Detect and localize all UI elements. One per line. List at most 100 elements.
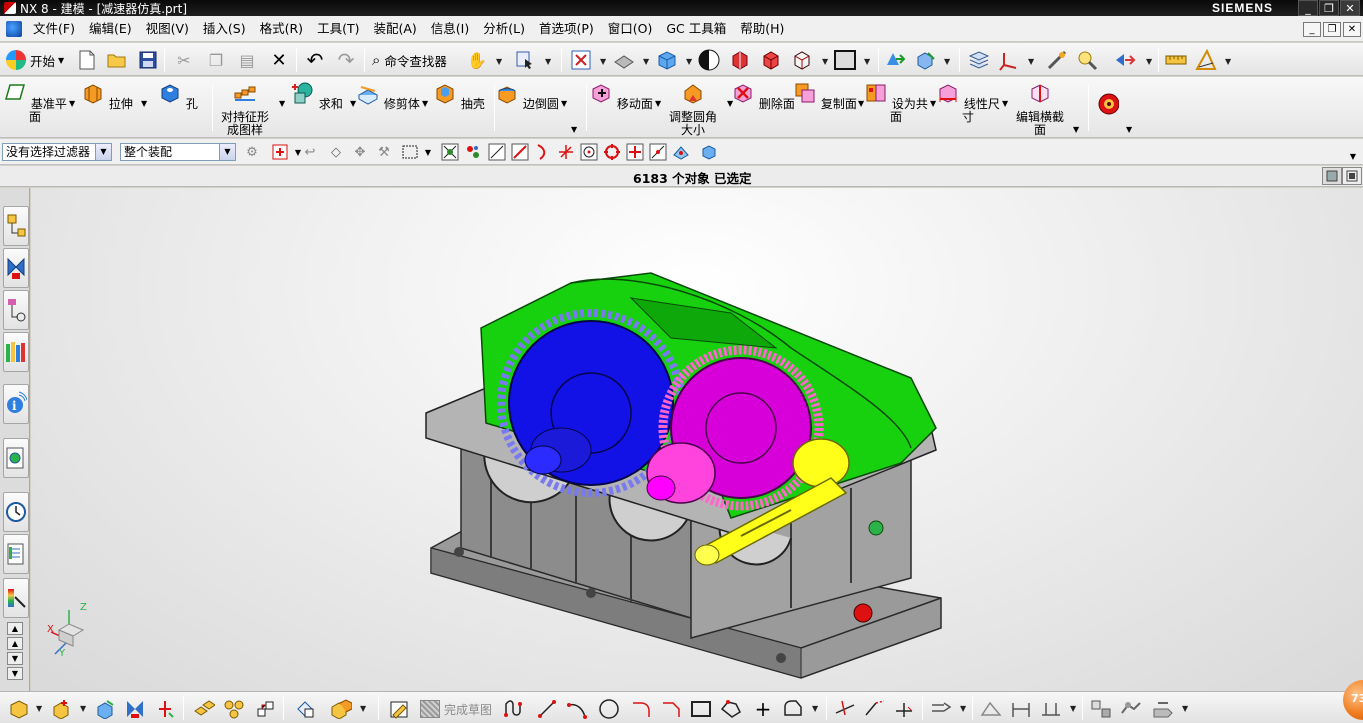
dropdown-arrow-icon[interactable]: ▼ [1182, 704, 1188, 713]
select-body-icon[interactable]: ✥ [350, 143, 370, 161]
menu-file[interactable]: 文件(F) [26, 16, 82, 42]
scroll-up-icon[interactable]: ▲ [7, 622, 23, 635]
shell-button[interactable]: 抽壳 [426, 81, 492, 111]
select-feature-icon[interactable]: ⚒ [374, 143, 394, 161]
shaded-style-icon[interactable] [698, 49, 720, 71]
maximize-button[interactable]: ❐ [1319, 0, 1339, 16]
redo-icon[interactable]: ↷ [335, 48, 357, 72]
make-corner-icon[interactable] [894, 698, 916, 720]
new-component-icon[interactable] [94, 698, 116, 720]
graphics-window[interactable]: Z X Y [31, 188, 1363, 691]
menu-assemblies[interactable]: 装配(A) [366, 16, 423, 42]
dropdown-arrow-icon[interactable]: ▼ [1126, 125, 1132, 134]
menu-analysis[interactable]: 分析(L) [476, 16, 532, 42]
menu-window[interactable]: 窗口(O) [601, 16, 660, 42]
system-materials-tab[interactable] [3, 534, 29, 574]
snap-midpoint-icon[interactable] [510, 143, 530, 161]
menu-format[interactable]: 格式(R) [253, 16, 310, 42]
dropdown-arrow-icon[interactable]: ▼ [1070, 704, 1076, 713]
chevron-down-icon[interactable]: ▼ [95, 144, 111, 160]
dropdown-arrow-icon[interactable]: ▼ [686, 57, 692, 66]
doc-close-button[interactable]: ✕ [1343, 22, 1361, 37]
quick-trim-icon[interactable] [834, 698, 856, 720]
hidden-edge-icon[interactable] [791, 49, 813, 71]
scroll-down-icon[interactable]: ▼ [7, 667, 23, 680]
display-constraints-icon[interactable] [1090, 698, 1112, 720]
snap-control-icon[interactable] [533, 143, 553, 161]
open-file-icon[interactable] [106, 49, 128, 71]
edge-blend-button[interactable]: 边倒圆 [494, 81, 560, 111]
fit-view-icon[interactable] [570, 49, 592, 71]
trim-body-button[interactable]: 修剪体 [355, 81, 421, 111]
menu-preferences[interactable]: 首选项(P) [532, 16, 601, 42]
snap-quadrant-icon[interactable] [602, 143, 622, 161]
polygon-icon[interactable] [720, 698, 742, 720]
doc-restore-button[interactable]: ❐ [1323, 22, 1341, 37]
dimension-icon[interactable] [1010, 698, 1032, 720]
toolbar-options-arrow-icon[interactable]: ▼ [1343, 147, 1363, 165]
undo-selection-icon[interactable]: ↩ [300, 143, 320, 161]
snap-bounded-icon[interactable] [699, 143, 719, 161]
command-finder-button[interactable]: ⌕ 命令查找器 [372, 49, 447, 71]
move-component-icon[interactable] [884, 49, 906, 71]
hd3d-tools-tab[interactable]: i [3, 384, 29, 424]
background-color-icon[interactable] [834, 49, 856, 71]
dropdown-arrow-icon[interactable]: ▼ [822, 57, 828, 66]
copy-face-button[interactable]: 复制面 [792, 81, 858, 111]
select-face-icon[interactable]: ◇ [326, 143, 346, 161]
dropdown-arrow-icon[interactable]: ▼ [496, 57, 502, 66]
rectangle-select-icon[interactable] [400, 143, 420, 161]
measure-distance-icon[interactable] [1046, 49, 1068, 71]
component-icon[interactable] [8, 698, 30, 720]
cut-icon[interactable]: ✂ [173, 49, 195, 71]
line-icon[interactable] [536, 698, 558, 720]
sketch-icon[interactable] [389, 698, 411, 720]
wireframe-box-icon[interactable] [760, 49, 782, 71]
dropdown-arrow-icon[interactable]: ▼ [80, 704, 86, 713]
delete-face-button[interactable]: 删除面 [730, 81, 796, 111]
chamfer-icon[interactable] [660, 698, 682, 720]
minimize-button[interactable]: _ [1298, 0, 1318, 16]
snap-point-icon[interactable] [270, 143, 290, 161]
fillet-icon[interactable] [630, 698, 652, 720]
convert-reference-icon[interactable] [1120, 698, 1142, 720]
pattern-component-icon[interactable] [223, 698, 245, 720]
roles-tab[interactable] [3, 578, 29, 618]
touch-mode-icon[interactable]: ✋ [466, 49, 488, 71]
doc-minimize-button[interactable]: _ [1303, 22, 1321, 37]
scroll-page-up-icon[interactable]: ▲ [7, 637, 23, 650]
snap-endpoint-icon[interactable] [440, 143, 460, 161]
snap-existing-point-icon[interactable] [625, 143, 645, 161]
geometric-constraint-icon[interactable] [1040, 698, 1062, 720]
menu-edit[interactable]: 编辑(E) [82, 16, 139, 42]
chevron-down-icon[interactable]: ▼ [219, 144, 235, 160]
gear-wheel-icon[interactable] [1097, 93, 1119, 115]
view-orientation-icon[interactable] [656, 49, 678, 71]
dropdown-arrow-icon[interactable]: ▼ [1028, 57, 1034, 66]
dropdown-arrow-icon[interactable]: ▼ [812, 704, 818, 713]
dropdown-arrow-icon[interactable]: ▼ [1146, 57, 1152, 66]
hole-button[interactable]: 孔 [145, 81, 211, 111]
menu-help[interactable]: 帮助(H) [733, 16, 791, 42]
dropdown-arrow-icon[interactable]: ▼ [36, 704, 42, 713]
derived-lines-icon[interactable] [930, 698, 952, 720]
point-icon[interactable]: + [752, 697, 774, 721]
section-view-icon[interactable] [729, 49, 751, 71]
restore-layout-icon[interactable] [1342, 167, 1362, 185]
web-browser-tab[interactable] [3, 438, 29, 478]
drawing-sheet-icon[interactable] [294, 698, 316, 720]
rotate-view-icon[interactable] [613, 49, 635, 71]
ruler-icon[interactable] [1165, 49, 1187, 71]
dropdown-arrow-icon[interactable]: ▼ [1225, 57, 1231, 66]
close-button[interactable]: ✕ [1340, 0, 1360, 16]
rectangle-icon[interactable] [690, 698, 712, 720]
extrude-button[interactable]: 拉伸 [74, 81, 140, 111]
snap-intersection-icon[interactable] [556, 143, 576, 161]
mate-constraint-icon[interactable] [124, 698, 146, 720]
sequence-icon[interactable] [330, 698, 352, 720]
assembly-navigator-tab[interactable] [3, 206, 29, 246]
paste-icon[interactable]: ▤ [236, 49, 258, 71]
auto-constrain-icon[interactable] [980, 698, 1002, 720]
wave-link-icon[interactable] [255, 698, 277, 720]
dropdown-arrow-icon[interactable]: ▼ [864, 57, 870, 66]
